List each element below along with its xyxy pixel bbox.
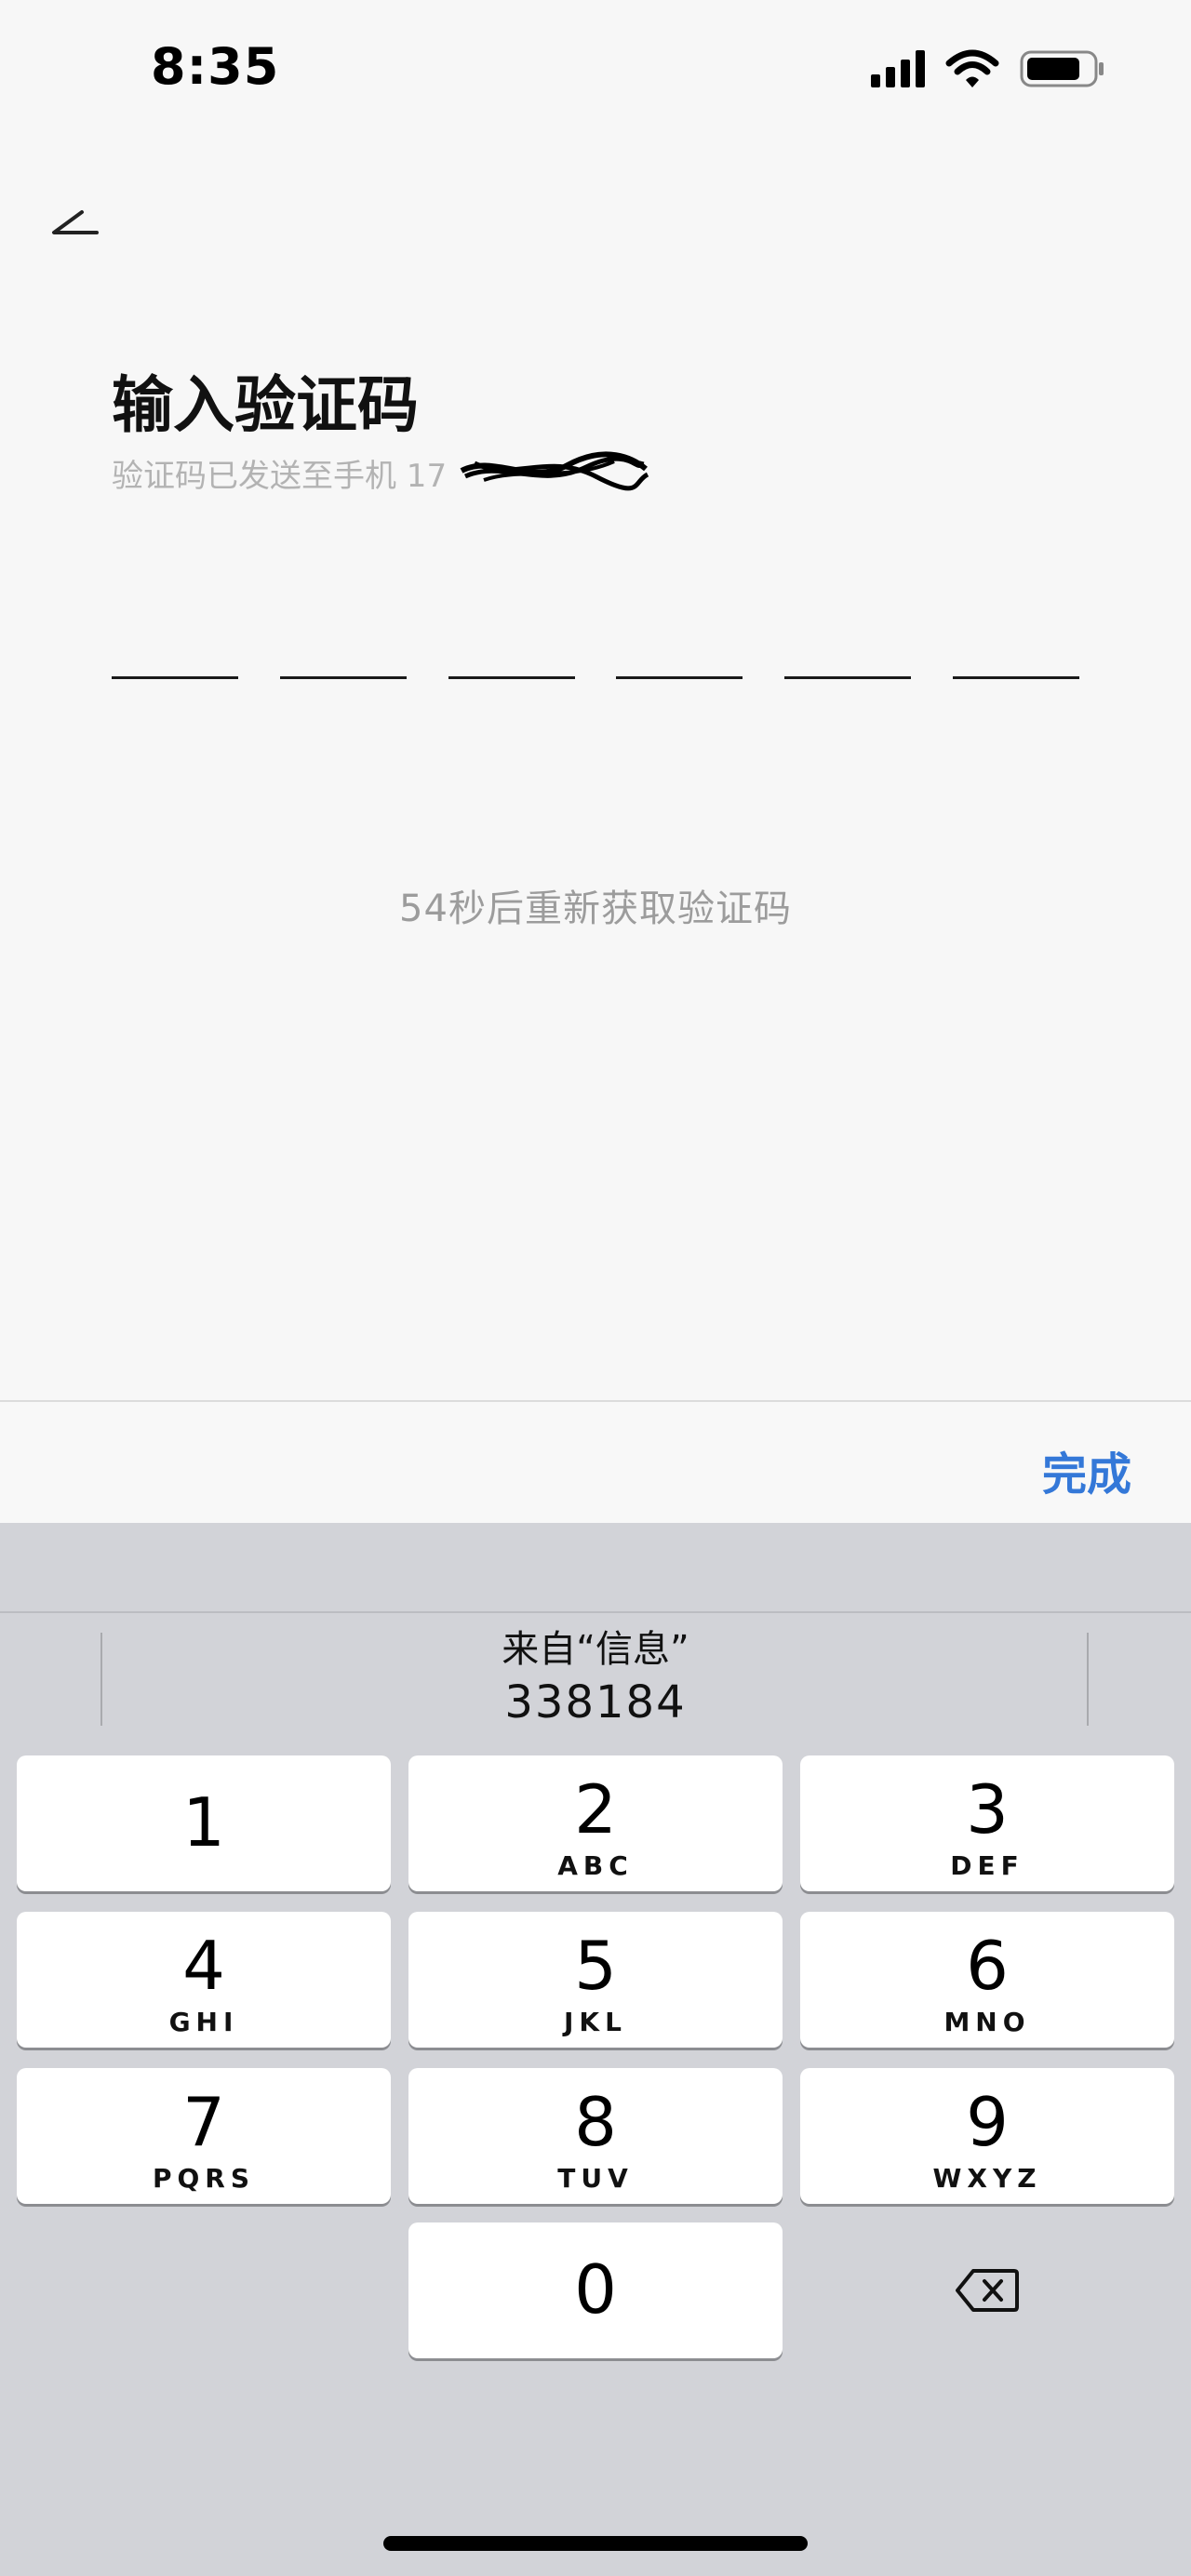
battery-icon — [1020, 50, 1104, 87]
page-title: 输入验证码 — [112, 369, 419, 441]
key-number: 4 — [182, 1927, 225, 2005]
key-letters: DEF — [950, 1850, 1024, 1881]
key-number: 7 — [182, 2083, 225, 2161]
key-letters: MNO — [943, 2007, 1031, 2037]
key-7[interactable]: 7 PQRS — [17, 2068, 391, 2204]
backspace-icon — [956, 2269, 1019, 2312]
code-slot-4[interactable] — [616, 651, 743, 679]
key-number: 3 — [966, 1770, 1009, 1849]
key-5[interactable]: 5 JKL — [408, 1912, 783, 2048]
key-8[interactable]: 8 TUV — [408, 2068, 783, 2204]
code-slot-6[interactable] — [952, 651, 1079, 679]
key-2[interactable]: 2 ABC — [408, 1755, 783, 1891]
delete-key[interactable] — [800, 2222, 1174, 2358]
key-3[interactable]: 3 DEF — [800, 1755, 1174, 1891]
home-indicator[interactable] — [383, 2536, 808, 2551]
numeric-keyboard: 来自“信息” 338184 1 2 ABC 3 DEF 4 GHI 5 JKL … — [0, 1523, 1191, 2576]
key-number: 1 — [182, 1783, 225, 1862]
key-letters: ABC — [557, 1850, 634, 1881]
code-slot-1[interactable] — [112, 651, 238, 679]
key-letters: PQRS — [152, 2163, 256, 2194]
redaction-scribble — [460, 451, 649, 491]
verification-code-input[interactable] — [112, 651, 1079, 679]
back-arrow-icon — [52, 210, 99, 234]
key-letters: TUV — [557, 2163, 634, 2194]
suggestion-source: 来自“信息” — [502, 1628, 689, 1671]
key-number: 6 — [966, 1927, 1009, 2005]
done-button[interactable]: 完成 — [1042, 1437, 1131, 1502]
status-time: 8:35 — [151, 37, 280, 96]
back-button[interactable] — [45, 195, 110, 251]
key-9[interactable]: 9 WXYZ — [800, 2068, 1174, 2204]
key-number: 0 — [574, 2250, 617, 2329]
key-number: 2 — [574, 1770, 617, 1849]
code-autofill-suggestion[interactable]: 来自“信息” 338184 — [102, 1623, 1089, 1729]
cellular-signal-icon — [871, 50, 925, 87]
wifi-icon — [945, 49, 999, 87]
code-slot-2[interactable] — [279, 651, 407, 679]
keyboard-toolbar: 完成 — [0, 1400, 1191, 1523]
code-slot-3[interactable] — [448, 651, 575, 679]
suggestion-code: 338184 — [504, 1676, 687, 1728]
keyboard-divider — [0, 1611, 1191, 1613]
key-letters: WXYZ — [932, 2163, 1042, 2194]
key-4[interactable]: 4 GHI — [17, 1912, 391, 2048]
key-number: 5 — [574, 1927, 617, 2005]
key-letters: GHI — [168, 2007, 239, 2037]
code-slot-5[interactable] — [784, 651, 912, 679]
key-number: 8 — [574, 2083, 617, 2161]
key-0[interactable]: 0 — [408, 2222, 783, 2358]
resend-countdown: 54秒后重新获取验证码 — [399, 888, 792, 930]
key-number: 9 — [966, 2083, 1009, 2161]
sent-to-phone-text: 验证码已发送至手机 17 — [112, 458, 448, 495]
key-1[interactable]: 1 — [17, 1755, 391, 1891]
key-letters: JKL — [564, 2007, 627, 2037]
verification-screen: 8:35 输入验证码 验证码已发送至手机 17 54秒后重新获取验证码 完成 来… — [0, 0, 1191, 2576]
key-6[interactable]: 6 MNO — [800, 1912, 1174, 2048]
status-icons — [871, 45, 1105, 93]
